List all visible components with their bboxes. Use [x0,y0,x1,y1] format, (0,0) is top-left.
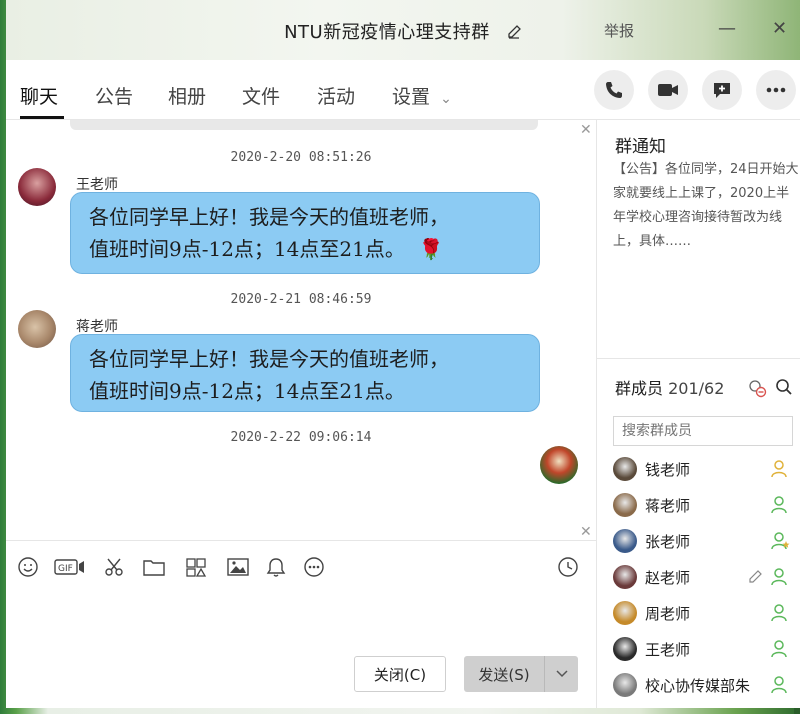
scroll-down-icon[interactable]: ✕ [580,524,592,540]
active-tab-indicator [20,116,64,119]
tab-settings-label: 设置 [392,86,431,108]
avatar[interactable] [18,310,56,348]
member-name: 蒋老师 [645,496,691,515]
collapse-icon[interactable]: ✕ [580,122,592,138]
tab-bar: 聊天 公告 相册 文件 活动 设置 ⌄ [6,60,800,120]
member-role-icon [771,568,791,590]
gif-icon[interactable]: GIF [54,555,86,579]
tab-album[interactable]: 相册 [168,82,206,109]
edit-title-icon[interactable] [506,24,522,45]
message-timestamp: 2020-2-22 09:06:14 [230,430,372,445]
send-button-label: 发送(S) [478,665,530,684]
members-header: 群成员 201/62 [615,375,724,399]
phone-icon [606,82,622,98]
member-role-icon [771,496,791,518]
member-role-icon [771,640,791,662]
screenshot-scissors-icon[interactable] [102,555,126,579]
history-clock-icon[interactable] [556,555,580,579]
member-name: 钱老师 [645,460,691,479]
tab-chat[interactable]: 聊天 [20,82,58,109]
chevron-down-icon: ⌄ [440,91,452,107]
image-icon[interactable] [226,555,250,579]
sender-name: 王老师 [76,177,118,193]
message-bubble[interactable]: 各位同学早上好！我是今天的值班老师， 值班时间9点-12点；14点至21点。 🌹 [70,192,540,274]
member-role-icon [771,676,791,698]
avatar[interactable] [613,601,637,625]
multi-image-icon[interactable] [184,555,208,579]
emoji-icon[interactable] [16,555,40,579]
message-bubble[interactable]: 各位同学早上好！我是今天的值班老师， 值班时间9点-12点；14点至21点。 [70,334,540,412]
bell-icon[interactable] [264,555,288,579]
avatar[interactable] [18,168,56,206]
voice-call-button[interactable] [594,70,634,110]
minimize-button[interactable]: — [718,18,736,39]
members-title: 群成员 [615,379,664,398]
message-line: 各位同学早上好！我是今天的值班老师， [89,205,449,229]
member-role-icon [771,604,791,626]
message-list[interactable]: ✕ 2020-2-20 08:51:26 王老师 各位同学早上好！我是今天的值班… [6,120,596,540]
input-toolbar: GIF [6,540,596,592]
close-button[interactable]: 关闭(C) [354,656,446,692]
more-circle-icon[interactable] [302,555,326,579]
group-sidebar: 群通知 【公告】各位同学，24日开始大家就要线上上课了，2020上半年学校心理咨… [596,120,800,708]
avatar[interactable] [540,446,578,484]
add-chat-icon [714,83,730,98]
message-timestamp: 2020-2-21 08:46:59 [230,292,372,307]
video-call-button[interactable] [648,70,688,110]
member-item[interactable]: 钱老师 [613,452,800,486]
member-item[interactable]: 张老师 [613,524,800,558]
group-notice-title: 群通知 [615,137,666,157]
tab-activities[interactable]: 活动 [317,82,355,109]
message-line: 值班时间9点-12点；14点至21点。 🌹 [89,237,444,261]
group-notice-text[interactable]: 【公告】各位同学，24日开始大家就要线上上课了，2020上半年学校心理咨询接待暂… [613,158,799,254]
send-button[interactable]: 发送(S) [464,656,578,692]
window-title: NTU新冠疫情心理支持群 [284,22,490,43]
admin-role-icon [771,460,791,482]
member-name: 张老师 [645,532,691,551]
rose-icon: 🌹 [418,237,444,261]
more-icon [766,87,786,93]
search-icon[interactable] [775,378,793,400]
member-name: 王老师 [645,640,691,659]
message-line: 各位同学早上好！我是今天的值班老师， [89,347,449,371]
member-item[interactable]: 校心协传媒部朱 [613,668,800,702]
manage-members-icon[interactable] [747,378,767,402]
report-button[interactable]: 举报 [604,20,634,41]
avatar[interactable] [613,457,637,481]
owner-role-icon [771,532,791,554]
member-name: 校心协传媒部朱 [645,676,751,695]
send-options-chevron-icon[interactable] [544,656,578,692]
avatar[interactable] [613,565,637,589]
member-item[interactable]: 蒋老师 [613,488,800,522]
window-title-wrap: NTU新冠疫情心理支持群 [6,18,800,45]
member-item[interactable]: 赵老师 [613,560,800,594]
tab-files[interactable]: 文件 [242,82,280,109]
avatar[interactable] [613,673,637,697]
divider [597,358,800,359]
message-timestamp: 2020-2-20 08:51:26 [230,150,372,165]
member-search-input[interactable] [613,416,793,446]
avatar[interactable] [613,637,637,661]
members-count: 201/62 [668,379,725,398]
start-chat-button[interactable] [702,70,742,110]
sender-name: 蒋老师 [76,319,118,335]
chat-window: NTU新冠疫情心理支持群 举报 — ✕ 聊天 公告 相册 文件 活动 设置 ⌄ [6,0,800,708]
title-bar: NTU新冠疫情心理支持群 举报 — ✕ [6,0,800,60]
close-window-button[interactable]: ✕ [772,18,787,39]
more-options-button[interactable] [756,70,796,110]
member-name: 赵老师 [645,568,691,587]
video-icon [658,84,678,96]
tab-announcement[interactable]: 公告 [95,82,133,109]
message-line: 值班时间9点-12点；14点至21点。 [89,379,405,403]
tab-settings[interactable]: 设置 ⌄ [392,82,452,109]
folder-icon[interactable] [142,555,166,579]
edit-nickname-icon[interactable] [747,569,763,589]
member-item[interactable]: 王老师 [613,632,800,666]
avatar[interactable] [613,493,637,517]
avatar[interactable] [613,529,637,553]
previous-message-edge [70,120,538,130]
member-item[interactable]: 周老师 [613,596,800,630]
member-name: 周老师 [645,604,691,623]
svg-text:GIF: GIF [58,564,73,574]
